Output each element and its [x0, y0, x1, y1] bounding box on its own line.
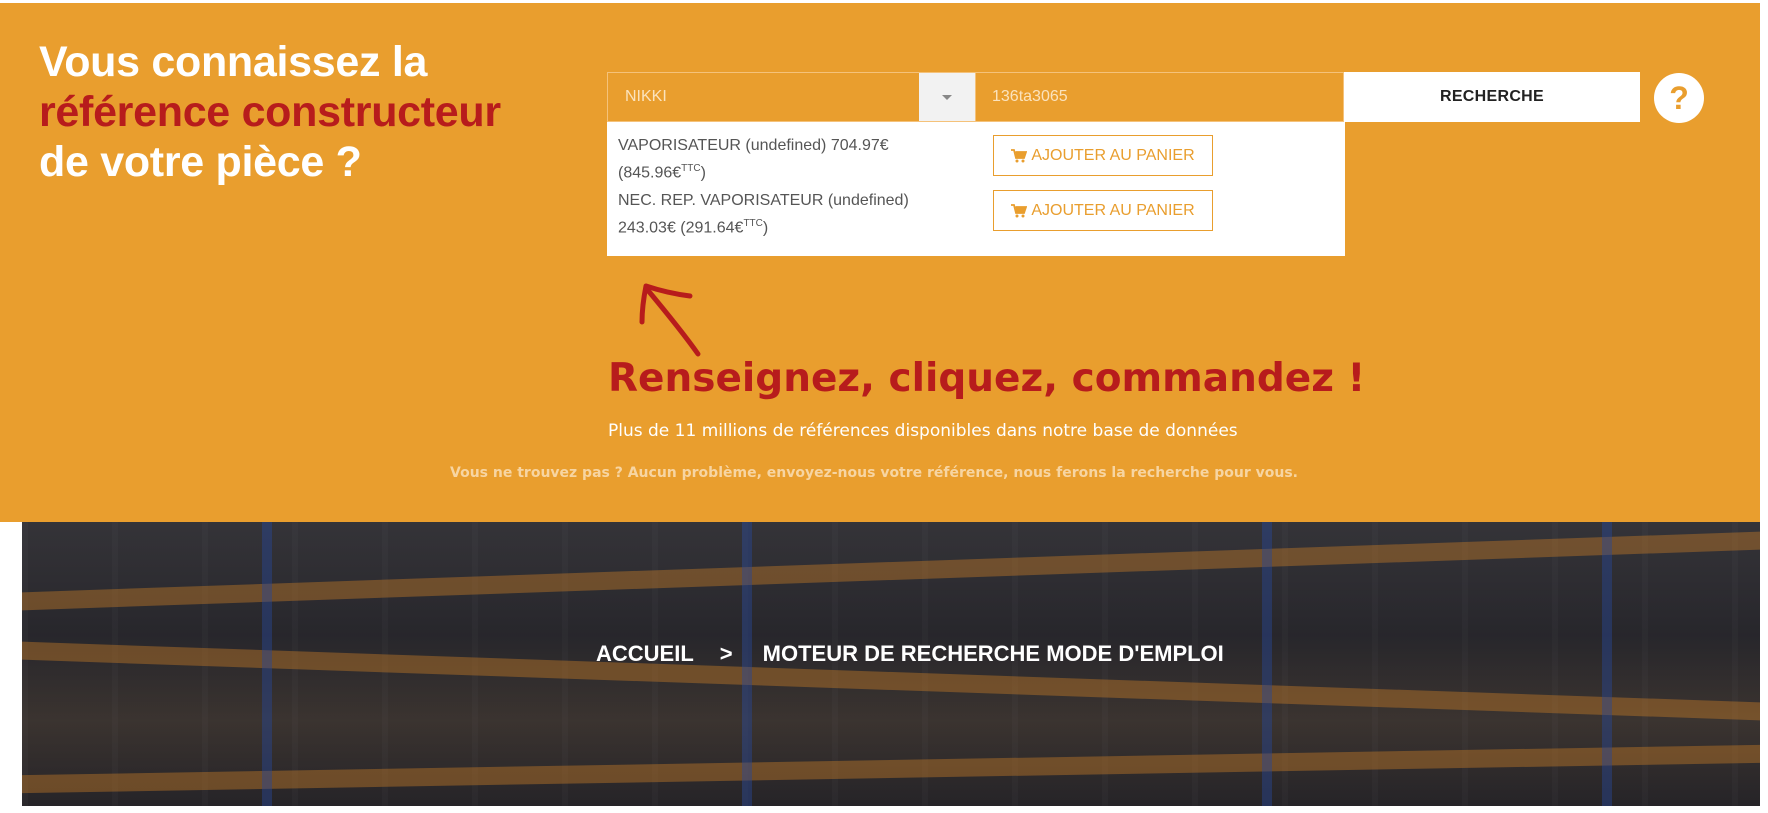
- search-results-dropdown: VAPORISATEUR (undefined) 704.97€ (845.96…: [607, 122, 1345, 256]
- hero-decor: [22, 744, 1760, 794]
- headline-line-2: référence constructeur: [39, 88, 501, 136]
- hero-banner: ACCUEIL > MOTEUR DE RECHERCHE MODE D'EMP…: [22, 522, 1760, 806]
- breadcrumb-current: MOTEUR DE RECHERCHE MODE D'EMPLOI: [762, 641, 1224, 666]
- search-panel: Vous connaissez la référence constructeu…: [0, 3, 1760, 522]
- brand-select-value: NIKKI: [625, 88, 667, 105]
- arrow-annotation-icon: [639, 283, 701, 357]
- search-bar: NIKKI RECHERCHE: [607, 72, 1640, 122]
- brand-select[interactable]: NIKKI: [607, 72, 976, 122]
- breadcrumb-home-link[interactable]: ACCUEIL: [596, 641, 694, 667]
- chevron-down-icon[interactable]: [919, 73, 975, 121]
- subline: Plus de 11 millions de références dispon…: [608, 421, 1238, 441]
- hero-decor: [22, 531, 1760, 611]
- cart-icon: [1011, 203, 1028, 217]
- cart-icon: [1011, 148, 1028, 162]
- result-description: NEC. REP. VAPORISATEUR (undefined) 243.0…: [618, 192, 909, 237]
- add-to-cart-button[interactable]: AJOUTER AU PANIER: [993, 135, 1213, 176]
- hero-decor: [1262, 522, 1272, 806]
- breadcrumb: ACCUEIL > MOTEUR DE RECHERCHE MODE D'EMP…: [596, 641, 1224, 667]
- add-to-cart-label: AJOUTER AU PANIER: [1031, 201, 1195, 219]
- headline-line-3: de votre pièce ?: [39, 138, 362, 186]
- add-to-cart-label: AJOUTER AU PANIER: [1031, 146, 1195, 164]
- hero-decor: [1602, 522, 1612, 806]
- breadcrumb-separator: >: [719, 641, 733, 666]
- headline-line-1: Vous connaissez la: [39, 38, 428, 86]
- add-to-cart-button[interactable]: AJOUTER AU PANIER: [993, 190, 1213, 231]
- not-found-message: Vous ne trouvez pas ? Aucun problème, en…: [450, 465, 1298, 481]
- tagline: Renseignez, cliquez, commandez !: [608, 356, 1366, 401]
- search-button[interactable]: RECHERCHE: [1344, 72, 1640, 122]
- help-button[interactable]: ?: [1654, 73, 1704, 123]
- headline: Vous connaissez la référence constructeu…: [39, 37, 539, 187]
- hero-decor: [262, 522, 272, 806]
- reference-input[interactable]: [976, 72, 1344, 122]
- result-description: VAPORISATEUR (undefined) 704.97€ (845.96…: [618, 137, 889, 182]
